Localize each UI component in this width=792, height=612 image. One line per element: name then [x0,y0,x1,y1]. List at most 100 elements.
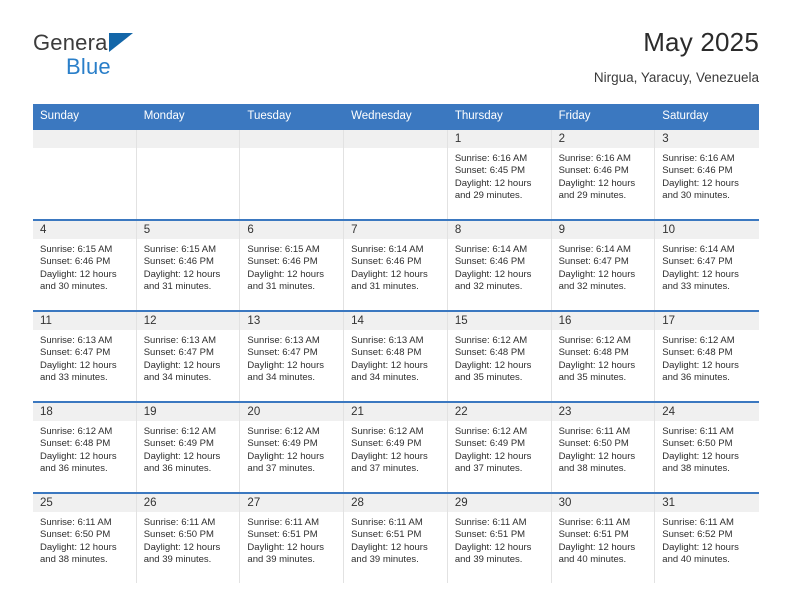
day-cell[interactable]: 7 Sunrise: 6:14 AM Sunset: 6:46 PM Daylight… [344,221,448,310]
sunset-text: Sunset: 6:46 PM [143,256,214,268]
day-details: Sunrise: 6:11 AM Sunset: 6:52 PM Daylight:… [655,512,759,567]
day-cell[interactable]: 6 Sunrise: 6:15 AM Sunset: 6:46 PM Daylight… [240,221,345,310]
sunset-text: Sunset: 6:50 PM [143,529,214,541]
daylight-text-line2: and 35 minutes. [558,372,627,384]
day-cell[interactable]: 19 Sunrise: 6:12 AM Sunset: 6:49 PM Dayligh… [136,403,241,492]
daylight-text-line1: Daylight: 12 hours [40,450,117,462]
daylight-text-line1: Daylight: 12 hours [662,268,739,280]
day-number: 3 [655,130,759,148]
daylight-text-line2: and 33 minutes. [662,281,730,293]
sunrise-text: Sunrise: 6:11 AM [662,426,734,437]
day-number: 24 [655,403,759,421]
day-cell[interactable]: 31 Sunrise: 6:11 AM Sunset: 6:52 PM Dayligh… [655,494,759,583]
day-number: 12 [136,312,240,330]
day-cell[interactable]: 18 Sunrise: 6:12 AM Sunset: 6:48 PM Dayligh… [33,403,137,492]
sunrise-text: Sunrise: 6:13 AM [143,335,217,346]
day-cell[interactable]: 30 Sunrise: 6:11 AM Sunset: 6:51 PM Dayligh… [551,494,656,583]
day-number: 17 [655,312,759,330]
weekday-header-friday: Friday [558,110,591,122]
sunrise-text: Sunrise: 6:12 AM [40,426,113,437]
day-cell[interactable]: 16 Sunrise: 6:12 AM Sunset: 6:48 PM Dayligh… [551,312,656,401]
day-details: Sunrise: 6:11 AM Sunset: 6:50 PM Daylight:… [33,512,136,567]
sunset-text: Sunset: 6:51 PM [247,529,318,541]
daylight-text-line2: and 39 minutes. [143,554,212,566]
day-cell[interactable]: 12 Sunrise: 6:13 AM Sunset: 6:47 PM Dayligh… [136,312,241,401]
day-cell[interactable]: 22 Sunrise: 6:12 AM Sunset: 6:49 PM Dayligh… [447,403,552,492]
daylight-text-line1: Daylight: 12 hours [143,268,221,280]
day-details: Sunrise: 6:12 AM Sunset: 6:49 PM Daylight:… [448,421,551,476]
day-cell[interactable]: 9 Sunrise: 6:14 AM Sunset: 6:47 PM Daylight… [551,221,656,310]
day-cell[interactable]: 15 Sunrise: 6:12 AM Sunset: 6:48 PM Dayligh… [447,312,552,401]
sunset-text: Sunset: 6:45 PM [454,165,526,177]
day-cell[interactable]: 17 Sunrise: 6:12 AM Sunset: 6:48 PM Dayligh… [655,312,759,401]
day-cell[interactable]: 29 Sunrise: 6:11 AM Sunset: 6:51 PM Dayligh… [447,494,552,583]
day-cell[interactable]: 5 Sunrise: 6:15 AM Sunset: 6:46 PM Daylight… [136,221,241,310]
day-number: 27 [240,494,344,512]
day-details: Sunrise: 6:12 AM Sunset: 6:48 PM Daylight:… [33,421,136,476]
day-details: Sunrise: 6:15 AM Sunset: 6:46 PM Daylight:… [33,239,136,294]
day-number: 5 [136,221,240,239]
daylight-text-line1: Daylight: 12 hours [558,177,636,189]
day-cell[interactable]: 8 Sunrise: 6:14 AM Sunset: 6:46 PM Daylight… [447,221,552,310]
day-cell[interactable]: 25 Sunrise: 6:11 AM Sunset: 6:50 PM Dayligh… [33,494,137,583]
daylight-text-line1: Daylight: 12 hours [40,268,117,280]
day-cell[interactable]: 27 Sunrise: 6:11 AM Sunset: 6:51 PM Dayligh… [240,494,345,583]
day-cell[interactable]: 28 Sunrise: 6:11 AM Sunset: 6:51 PM Dayligh… [344,494,448,583]
triangle-icon [109,33,133,52]
general-blue-logo[interactable]: General Blue [33,24,151,80]
day-details: Sunrise: 6:13 AM Sunset: 6:47 PM Daylight:… [137,330,240,385]
daylight-text-line1: Daylight: 12 hours [143,450,221,462]
weekday-header-wednesday: Wednesday [351,110,412,122]
daylight-text-line2: and 34 minutes. [351,372,419,384]
daylight-text-line2: and 34 minutes. [143,372,212,384]
sunrise-text: Sunrise: 6:11 AM [143,517,216,528]
logo-text-general: General [33,30,113,55]
day-cell[interactable]: 20 Sunrise: 6:12 AM Sunset: 6:49 PM Dayligh… [240,403,345,492]
daylight-text-line1: Daylight: 12 hours [558,359,636,371]
location-subtitle: Nirgua, Yaracuy, Venezuela [593,70,759,85]
day-cell[interactable]: 1 Sunrise: 6:16 AM Sunset: 6:45 PM Daylight… [447,130,552,219]
sunset-text: Sunset: 6:46 PM [247,256,318,268]
day-cell[interactable]: 13 Sunrise: 6:13 AM Sunset: 6:47 PM Dayligh… [240,312,345,401]
day-cell[interactable]: 10 Sunrise: 6:14 AM Sunset: 6:47 PM Dayligh… [655,221,759,310]
sunrise-text: Sunrise: 6:12 AM [143,426,217,437]
day-details: Sunrise: 6:11 AM Sunset: 6:51 PM Daylight:… [448,512,551,567]
day-cell[interactable]: 14 Sunrise: 6:13 AM Sunset: 6:48 PM Dayligh… [344,312,448,401]
sunset-text: Sunset: 6:51 PM [351,529,422,541]
title-block: May 2025 Nirgua, Yaracuy, Venezuela [594,24,759,86]
daylight-text-line1: Daylight: 12 hours [351,359,428,371]
day-number [344,130,447,148]
daylight-text-line1: Daylight: 12 hours [247,541,324,553]
day-cell[interactable]: 26 Sunrise: 6:11 AM Sunset: 6:50 PM Dayligh… [136,494,241,583]
day-details: Sunrise: 6:12 AM Sunset: 6:49 PM Daylight:… [344,421,447,476]
daylight-text-line2: and 36 minutes. [143,463,212,475]
day-cell[interactable]: 3 Sunrise: 6:16 AM Sunset: 6:46 PM Daylight… [655,130,759,219]
sunrise-text: Sunrise: 6:16 AM [454,153,528,164]
day-details: Sunrise: 6:13 AM Sunset: 6:47 PM Daylight:… [240,330,343,385]
day-cell[interactable]: 21 Sunrise: 6:12 AM Sunset: 6:49 PM Dayligh… [344,403,448,492]
daylight-text-line2: and 29 minutes. [454,190,523,202]
day-cell[interactable]: 11 Sunrise: 6:13 AM Sunset: 6:47 PM Dayligh… [33,312,137,401]
daylight-text-line1: Daylight: 12 hours [662,177,739,189]
day-cell[interactable]: 23 Sunrise: 6:11 AM Sunset: 6:50 PM Dayligh… [551,403,656,492]
daylight-text-line1: Daylight: 12 hours [40,359,117,371]
calendar-page: General Blue May 2025 Nirgua, Yaracuy, V… [0,0,792,612]
daylight-text-line1: Daylight: 12 hours [143,359,221,371]
daylight-text-line1: Daylight: 12 hours [662,450,739,462]
daylight-text-line2: and 38 minutes. [662,463,730,475]
day-number: 6 [240,221,344,239]
day-cell-empty [33,130,137,219]
daylight-text-line2: and 36 minutes. [662,372,730,384]
daylight-text-line1: Daylight: 12 hours [662,359,739,371]
sunset-text: Sunset: 6:47 PM [247,347,318,359]
day-number: 10 [655,221,759,239]
day-cell[interactable]: 2 Sunrise: 6:16 AM Sunset: 6:46 PM Daylight… [551,130,656,219]
day-cell[interactable]: 4 Sunrise: 6:15 AM Sunset: 6:46 PM Daylight… [33,221,137,310]
day-number [240,130,344,148]
sunrise-text: Sunrise: 6:12 AM [351,426,424,437]
day-number: 1 [447,130,551,148]
daylight-text-line1: Daylight: 12 hours [558,541,636,553]
sunset-text: Sunset: 6:46 PM [454,256,526,268]
day-cell[interactable]: 24 Sunrise: 6:11 AM Sunset: 6:50 PM Dayligh… [655,403,759,492]
daylight-text-line2: and 31 minutes. [351,281,419,293]
